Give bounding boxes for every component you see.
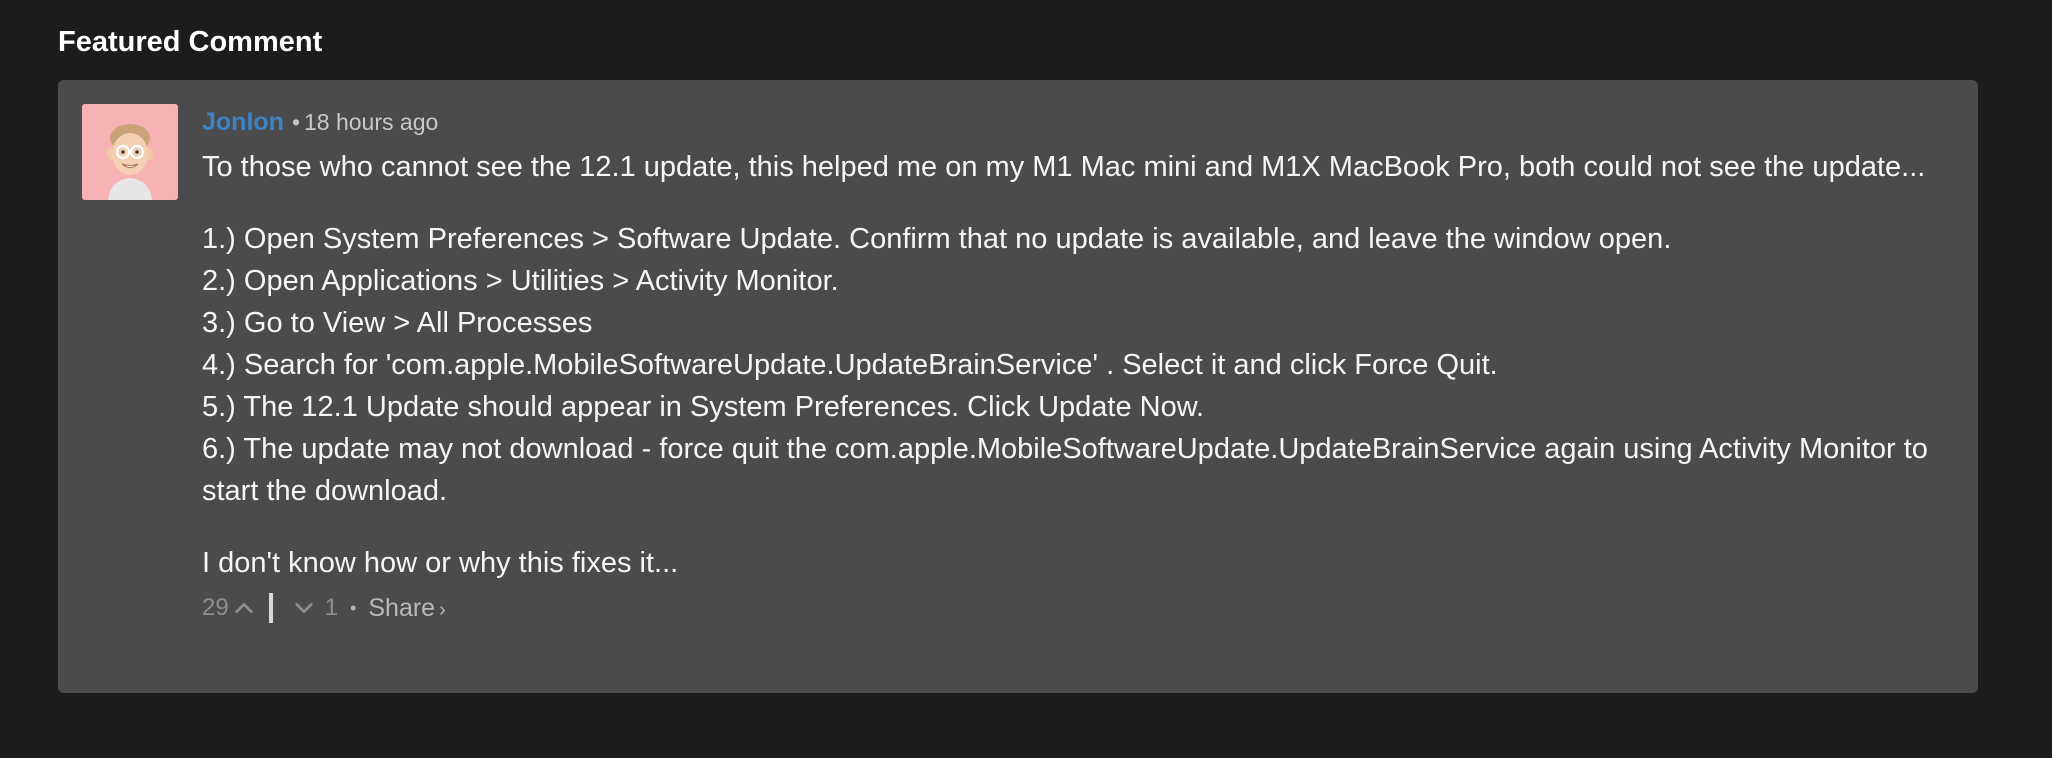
featured-comment-card: JonIon • 18 hours ago To those who cannot … bbox=[58, 80, 1978, 693]
share-button[interactable]: Share › bbox=[368, 594, 445, 623]
comment-intro: To those who cannot see the 12.1 update,… bbox=[202, 151, 1926, 183]
comment-body: JonIon • 18 hours ago To those who cannot … bbox=[202, 104, 1932, 628]
step-item: 4.) Search for 'com.apple.MobileSoftware… bbox=[202, 349, 1498, 381]
chevron-down-icon bbox=[294, 602, 313, 614]
memoji-avatar-icon bbox=[82, 104, 178, 200]
step-item: 6.) The update may not download - force … bbox=[202, 433, 1928, 507]
comment-closing: I don't know how or why this fixes it... bbox=[202, 547, 679, 579]
comment-actions: 29 1 • Share › bbox=[202, 588, 1932, 628]
actions-separator: • bbox=[350, 597, 357, 618]
step-item: 5.) The 12.1 Update should appear in Sys… bbox=[202, 391, 1205, 423]
upvote-button[interactable] bbox=[229, 593, 259, 623]
avatar[interactable] bbox=[82, 104, 178, 200]
upvote-count: 29 bbox=[202, 594, 229, 621]
share-arrow-icon: › bbox=[439, 598, 446, 621]
steps-list: 1.) Open System Preferences > Software U… bbox=[202, 218, 1932, 512]
section-heading: Featured Comment bbox=[58, 26, 323, 58]
downvote-count: 1 bbox=[324, 594, 339, 621]
step-item: 1.) Open System Preferences > Software U… bbox=[202, 223, 1672, 255]
step-item: 3.) Go to View > All Processes bbox=[202, 307, 593, 339]
vote-divider bbox=[268, 593, 273, 623]
share-label: Share bbox=[368, 593, 436, 622]
author-link[interactable]: JonIon bbox=[202, 108, 284, 136]
chevron-up-icon bbox=[234, 602, 253, 614]
meta-separator: • bbox=[291, 109, 300, 135]
downvote-button[interactable] bbox=[289, 593, 319, 623]
comment-meta: JonIon • 18 hours ago bbox=[202, 104, 1932, 140]
step-item: 2.) Open Applications > Utilities > Acti… bbox=[202, 265, 839, 297]
timestamp: 18 hours ago bbox=[304, 109, 439, 135]
